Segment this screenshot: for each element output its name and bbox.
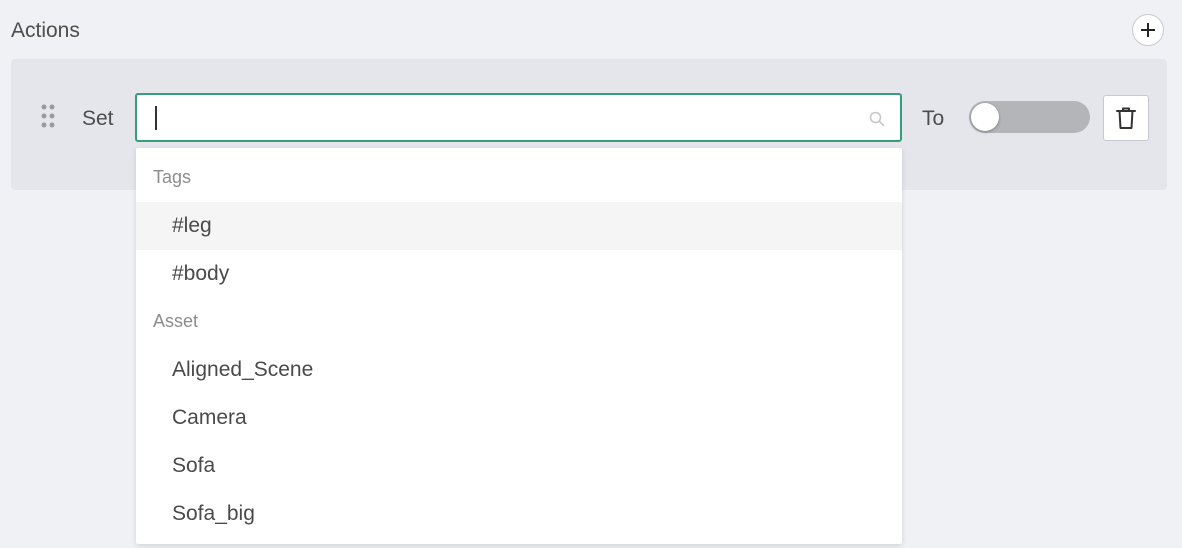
actions-page: Actions Set To Tags #leg #body Asset Ali…	[0, 0, 1182, 548]
delete-action-button[interactable]	[1103, 95, 1149, 141]
text-caret	[155, 106, 157, 130]
section-title: Actions	[11, 19, 80, 42]
dropdown-option-sofa-big[interactable]: Sofa_big	[136, 490, 902, 538]
value-toggle[interactable]	[969, 101, 1090, 133]
toggle-knob	[971, 103, 999, 131]
target-dropdown-menu: Tags #leg #body Asset Aligned_Scene Came…	[136, 148, 902, 544]
dropdown-option-leg[interactable]: #leg	[136, 202, 902, 250]
plus-icon	[1141, 23, 1155, 37]
group-header-tags: Tags	[153, 167, 192, 187]
dropdown-option-camera[interactable]: Camera	[136, 394, 902, 442]
dropdown-option-body[interactable]: #body	[136, 250, 902, 298]
to-label: To	[922, 107, 945, 130]
trash-icon	[1116, 107, 1136, 129]
group-header-asset: Asset	[153, 311, 199, 331]
dropdown-option-aligned-scene[interactable]: Aligned_Scene	[136, 346, 902, 394]
dropdown-option-sofa[interactable]: Sofa	[136, 442, 902, 490]
add-action-button[interactable]	[1132, 14, 1164, 46]
target-search-field[interactable]	[135, 93, 902, 142]
set-label: Set	[82, 107, 114, 130]
search-icon	[869, 111, 885, 127]
target-search-input[interactable]	[153, 103, 853, 132]
drag-handle-icon[interactable]	[41, 104, 55, 128]
